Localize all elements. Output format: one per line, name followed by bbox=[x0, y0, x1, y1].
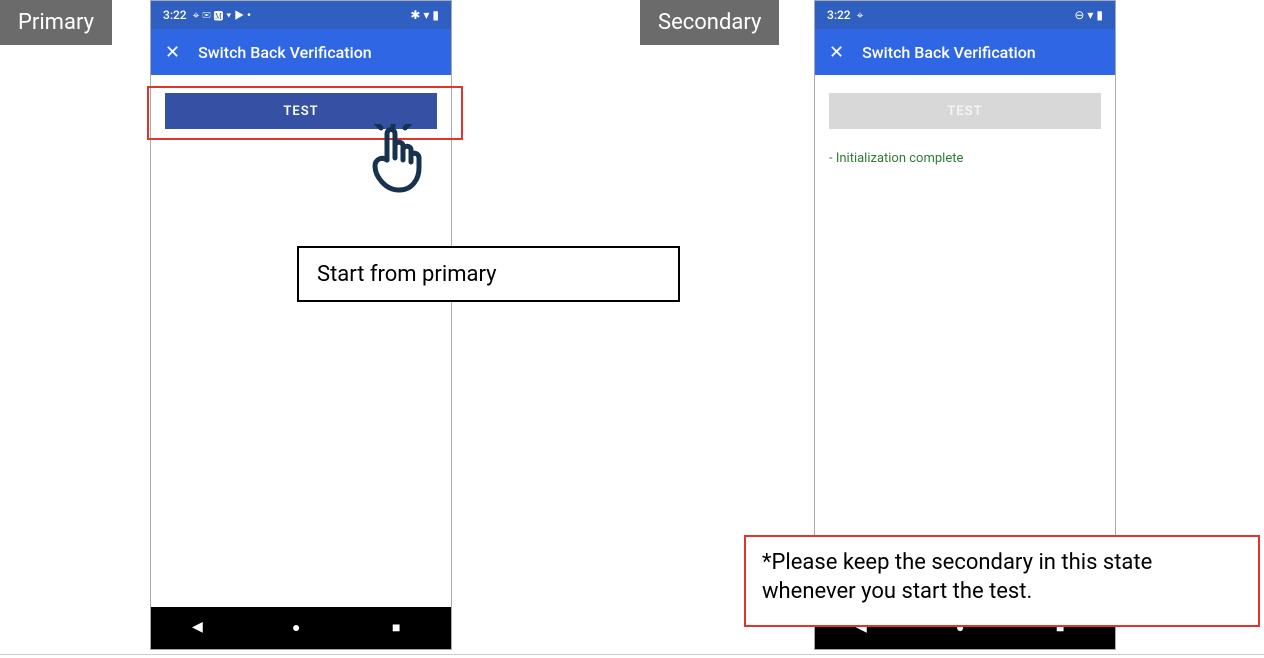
status-right-icons: ✱ ▾ ▮ bbox=[410, 8, 439, 22]
status-time: 3:22 bbox=[163, 8, 187, 22]
callout-keep-secondary: *Please keep the secondary in this state… bbox=[744, 535, 1260, 627]
bottom-divider bbox=[0, 654, 1264, 655]
primary-phone-frame: 3:22 ⌖ ✉ 🅼 ▾ ▶ • ✱ ▾ ▮ ✕ Switch Back Ver… bbox=[150, 0, 452, 650]
secondary-label: Secondary bbox=[640, 0, 779, 45]
close-icon[interactable]: ✕ bbox=[829, 42, 844, 63]
status-time: 3:22 bbox=[827, 8, 851, 22]
status-bar: 3:22 ⌖ ✉ 🅼 ▾ ▶ • ✱ ▾ ▮ bbox=[151, 1, 451, 29]
primary-label: Primary bbox=[0, 0, 112, 45]
app-bar: ✕ Switch Back Verification bbox=[151, 29, 451, 75]
app-title: Switch Back Verification bbox=[198, 43, 372, 62]
nav-back-icon[interactable]: ◀ bbox=[192, 619, 210, 637]
callout-start-primary: Start from primary bbox=[297, 246, 680, 302]
status-bar: 3:22 ⌖ ⊖ ▾ ▮ bbox=[815, 1, 1115, 29]
app-bar: ✕ Switch Back Verification bbox=[815, 29, 1115, 75]
secondary-body: TEST - Initialization complete bbox=[815, 75, 1115, 607]
nav-recent-icon[interactable]: ■ bbox=[392, 619, 410, 637]
status-left-icons: ⌖ bbox=[857, 8, 864, 23]
nav-bar: ◀ ● ■ bbox=[151, 607, 451, 649]
test-button[interactable]: TEST bbox=[165, 93, 437, 129]
close-icon[interactable]: ✕ bbox=[165, 42, 180, 63]
status-right-icons: ⊖ ▾ ▮ bbox=[1074, 8, 1103, 22]
nav-home-icon[interactable]: ● bbox=[292, 619, 310, 637]
init-status-text: - Initialization complete bbox=[829, 151, 1101, 166]
app-title: Switch Back Verification bbox=[862, 43, 1036, 62]
test-button-disabled: TEST bbox=[829, 93, 1101, 129]
status-left-icons: ⌖ ✉ 🅼 ▾ ▶ • bbox=[193, 8, 251, 23]
primary-body: TEST bbox=[151, 75, 451, 607]
